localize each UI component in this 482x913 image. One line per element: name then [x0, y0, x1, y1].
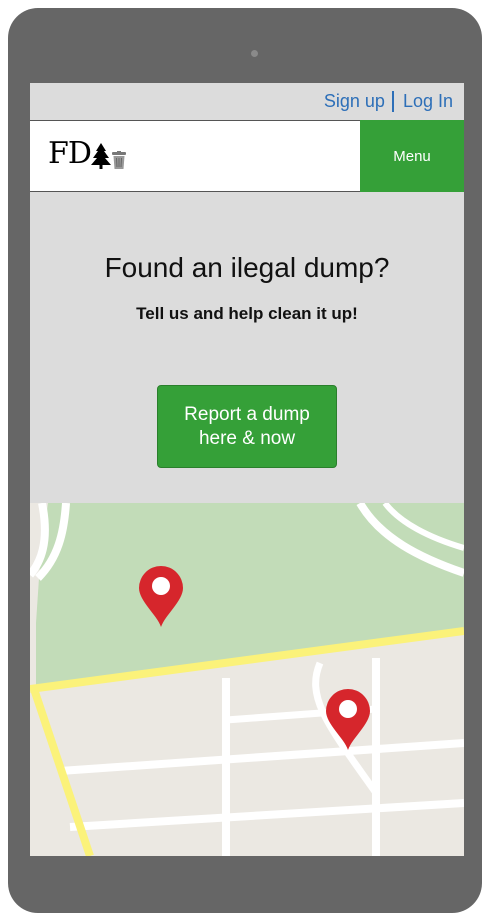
map-canvas — [30, 503, 464, 856]
menu-button[interactable]: Menu — [360, 120, 464, 192]
logo[interactable]: FD — [48, 139, 126, 169]
hero-title: Found an ilegal dump? — [104, 252, 390, 283]
site-header: FD Menu — [30, 120, 464, 192]
trash-can-icon — [111, 151, 126, 169]
map[interactable] — [30, 503, 464, 856]
camera-icon — [251, 50, 258, 57]
logo-text: FD — [48, 136, 92, 171]
report-dump-button[interactable]: Report a dump here & now — [157, 385, 337, 468]
hero-section: Found an ilegal dump? Tell us and help c… — [30, 192, 464, 502]
auth-links: Sign up Log In — [324, 91, 453, 112]
hero-subtitle: Tell us and help clean it up! — [136, 304, 358, 323]
divider — [391, 91, 394, 112]
signup-link[interactable]: Sign up — [324, 91, 385, 112]
tree-icon — [90, 143, 111, 169]
top-bar: Sign up Log In — [30, 83, 464, 121]
login-link[interactable]: Log In — [403, 91, 453, 112]
screen: Sign up Log In FD Menu Found an ilegal d… — [30, 83, 464, 856]
